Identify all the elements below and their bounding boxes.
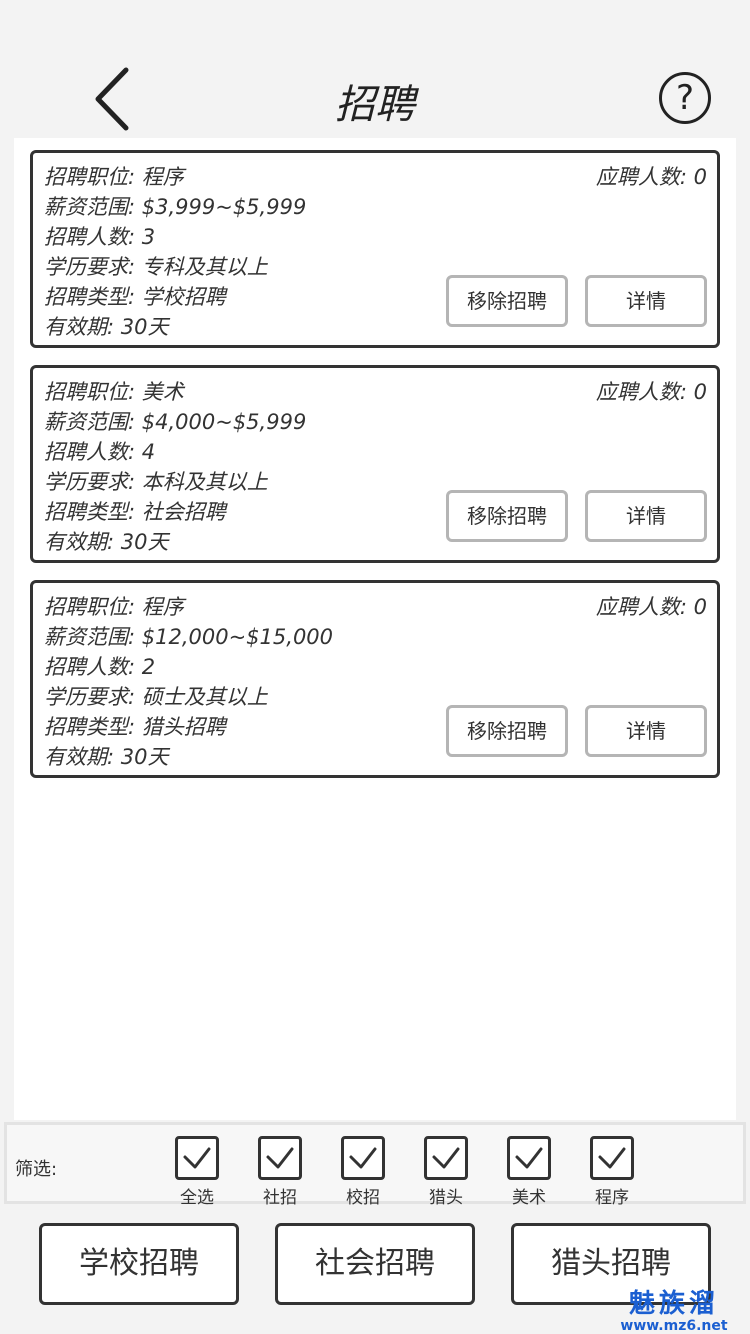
checkbox[interactable] (341, 1136, 385, 1180)
remove-recruitment-button[interactable]: 移除招聘 (446, 705, 568, 757)
filter-option-social[interactable]: 社招 (250, 1131, 310, 1208)
checkbox[interactable] (507, 1136, 551, 1180)
job-validity: 有效期: 30天 (44, 530, 169, 554)
header: 招聘 ? (0, 0, 750, 138)
job-type: 招聘类型: 学校招聘 (44, 285, 226, 309)
job-position: 招聘职位: 美术 (44, 380, 184, 404)
page-title: 招聘 (335, 82, 415, 128)
job-type: 招聘类型: 猎头招聘 (44, 715, 226, 739)
job-education: 学历要求: 专科及其以上 (44, 255, 268, 279)
job-applicants: 应聘人数: 0 (595, 595, 707, 619)
job-card: 招聘职位: 程序 薪资范围: $12,000~$15,000 招聘人数: 2 学… (30, 580, 720, 778)
job-validity: 有效期: 30天 (44, 745, 169, 769)
job-card: 招聘职位: 美术 薪资范围: $4,000~$5,999 招聘人数: 4 学历要… (30, 365, 720, 563)
job-validity: 有效期: 30天 (44, 315, 169, 339)
job-education: 学历要求: 硕士及其以上 (44, 685, 268, 709)
filter-option-art[interactable]: 美术 (499, 1131, 559, 1208)
watermark-text: 魅族溜 (628, 1289, 719, 1319)
help-icon[interactable]: ? (659, 72, 711, 124)
detail-button[interactable]: 详情 (585, 490, 707, 542)
job-salary: 薪资范围: $4,000~$5,999 (44, 410, 307, 434)
job-salary: 薪资范围: $3,999~$5,999 (44, 195, 307, 219)
filter-option-programmer[interactable]: 程序 (582, 1131, 642, 1208)
job-salary: 薪资范围: $12,000~$15,000 (44, 625, 334, 649)
watermark: 魅族溜 www.mz6.net (604, 1290, 744, 1334)
job-applicants: 应聘人数: 0 (595, 165, 707, 189)
job-position: 招聘职位: 程序 (44, 165, 184, 189)
remove-recruitment-button[interactable]: 移除招聘 (446, 275, 568, 327)
filter-option-campus[interactable]: 校招 (333, 1131, 393, 1208)
filter-bar: 筛选: 全选 社招 校招 猎头 美术 程序 (4, 1122, 746, 1208)
social-recruitment-button[interactable]: 社会招聘 (275, 1223, 475, 1305)
job-type: 招聘类型: 社会招聘 (44, 500, 226, 524)
checkmark-icon (266, 1147, 294, 1169)
job-applicants: 应聘人数: 0 (595, 380, 707, 404)
filter-option-label: 猎头 (429, 1188, 463, 1208)
job-headcount: 招聘人数: 2 (44, 655, 156, 679)
checkmark-icon (432, 1147, 460, 1169)
recruitment-screen: 招聘 ? 招聘职位: 程序 薪资范围: $3,999~$5,999 招聘人数: … (0, 0, 750, 1334)
remove-recruitment-button[interactable]: 移除招聘 (446, 490, 568, 542)
filter-option-label: 全选 (180, 1188, 214, 1208)
filter-option-label: 校招 (346, 1188, 380, 1208)
checkbox[interactable] (424, 1136, 468, 1180)
job-list[interactable]: 招聘职位: 程序 薪资范围: $3,999~$5,999 招聘人数: 3 学历要… (14, 138, 736, 1120)
job-headcount: 招聘人数: 4 (44, 440, 156, 464)
checkmark-icon (183, 1147, 211, 1169)
job-headcount: 招聘人数: 3 (44, 225, 156, 249)
detail-button[interactable]: 详情 (585, 705, 707, 757)
checkbox[interactable] (175, 1136, 219, 1180)
checkbox[interactable] (258, 1136, 302, 1180)
campus-recruitment-button[interactable]: 学校招聘 (39, 1223, 239, 1305)
checkmark-icon (515, 1147, 543, 1169)
filter-option-headhunter[interactable]: 猎头 (416, 1131, 476, 1208)
checkmark-icon (598, 1147, 626, 1169)
job-position: 招聘职位: 程序 (44, 595, 184, 619)
checkmark-icon (349, 1147, 377, 1169)
detail-button[interactable]: 详情 (585, 275, 707, 327)
filter-option-label: 程序 (595, 1188, 629, 1208)
filter-option-select-all[interactable]: 全选 (167, 1131, 227, 1208)
checkbox[interactable] (590, 1136, 634, 1180)
filter-option-label: 美术 (512, 1188, 546, 1208)
job-education: 学历要求: 本科及其以上 (44, 470, 268, 494)
filter-option-label: 社招 (263, 1188, 297, 1208)
watermark-url: www.mz6.net (620, 1318, 728, 1334)
job-card: 招聘职位: 程序 薪资范围: $3,999~$5,999 招聘人数: 3 学历要… (30, 150, 720, 348)
filter-label: 筛选: (15, 1159, 58, 1180)
